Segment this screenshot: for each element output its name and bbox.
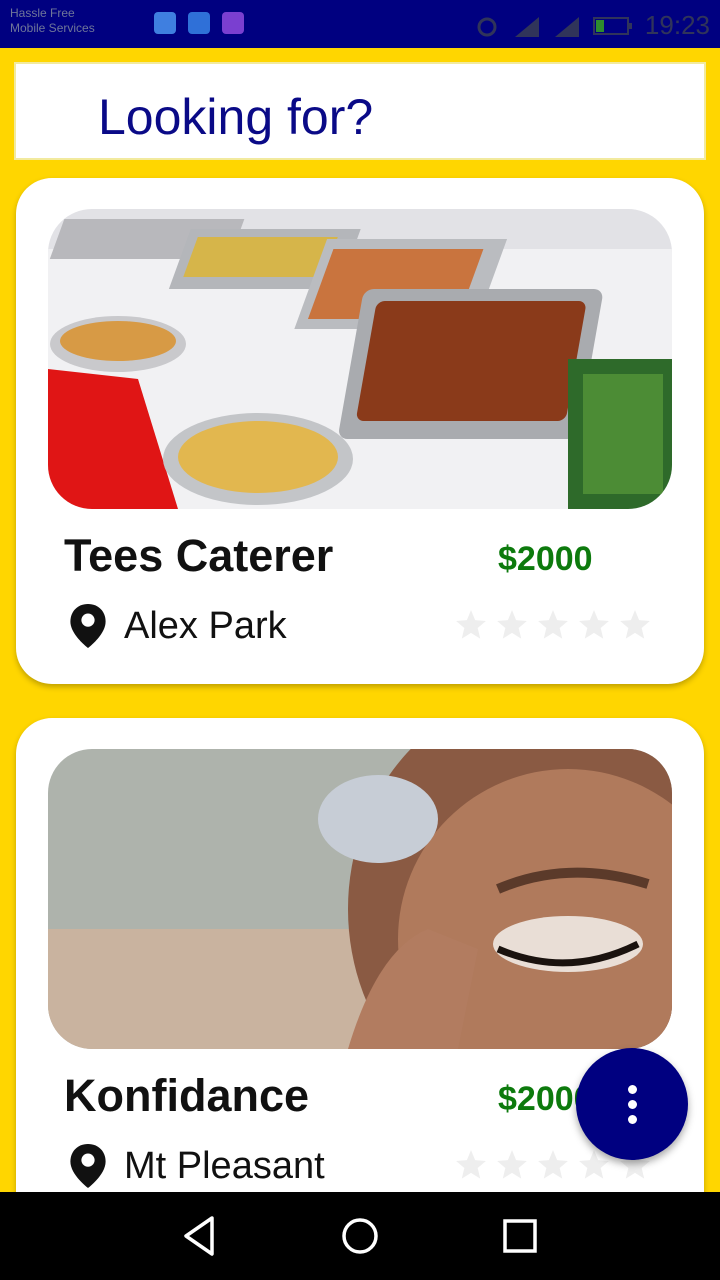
status-bar: Hassle Free Mobile Services 19:23 — [0, 0, 720, 48]
listing-title: Tees Caterer — [64, 530, 334, 581]
catering-buffet-image — [48, 209, 672, 509]
location-pin-icon — [70, 1144, 106, 1188]
battery-icon — [592, 16, 632, 35]
listing-price: $2000 — [498, 540, 593, 578]
more-options-button[interactable] — [576, 1048, 688, 1160]
star-icon[interactable] — [495, 608, 529, 642]
recents-icon[interactable] — [494, 1210, 546, 1262]
star-icon[interactable] — [577, 608, 611, 642]
signal-icon-2 — [554, 16, 579, 37]
listing-title: Konfidance — [64, 1070, 310, 1121]
location-label: Mt Pleasant — [124, 1144, 325, 1187]
usb-icon — [188, 12, 210, 34]
listing-card[interactable]: Tees Caterer $2000 Alex Park — [16, 178, 704, 684]
clock: 19:23 — [644, 10, 710, 40]
star-icon[interactable] — [495, 1148, 529, 1182]
main-content[interactable]: Looking for? Tees Caterer $2000 Alex Par… — [0, 48, 720, 1192]
home-icon[interactable] — [334, 1210, 386, 1262]
search-input[interactable]: Looking for? — [14, 62, 706, 160]
sync-icon — [154, 12, 176, 34]
alarm-icon — [477, 17, 497, 36]
photo-icon — [222, 12, 244, 34]
star-icon[interactable] — [618, 608, 652, 642]
star-icon[interactable] — [454, 608, 488, 642]
listing-location: Alex Park — [70, 604, 287, 648]
signal-icon — [514, 16, 539, 37]
makeup-artist-image — [48, 749, 672, 1049]
star-icon[interactable] — [536, 1148, 570, 1182]
notification-icons — [154, 12, 244, 34]
listing-location: Mt Pleasant — [70, 1144, 325, 1188]
rating-stars[interactable] — [454, 608, 652, 642]
navigation-bar — [0, 1192, 720, 1280]
notification-text: Hassle Free Mobile Services — [10, 6, 95, 35]
star-icon[interactable] — [454, 1148, 488, 1182]
more-vertical-icon — [627, 1084, 637, 1094]
location-label: Alex Park — [124, 604, 287, 647]
back-icon[interactable] — [174, 1210, 226, 1262]
location-pin-icon — [70, 604, 106, 648]
system-status: 19:23 — [473, 10, 710, 41]
search-placeholder: Looking for? — [98, 89, 374, 145]
star-icon[interactable] — [536, 608, 570, 642]
